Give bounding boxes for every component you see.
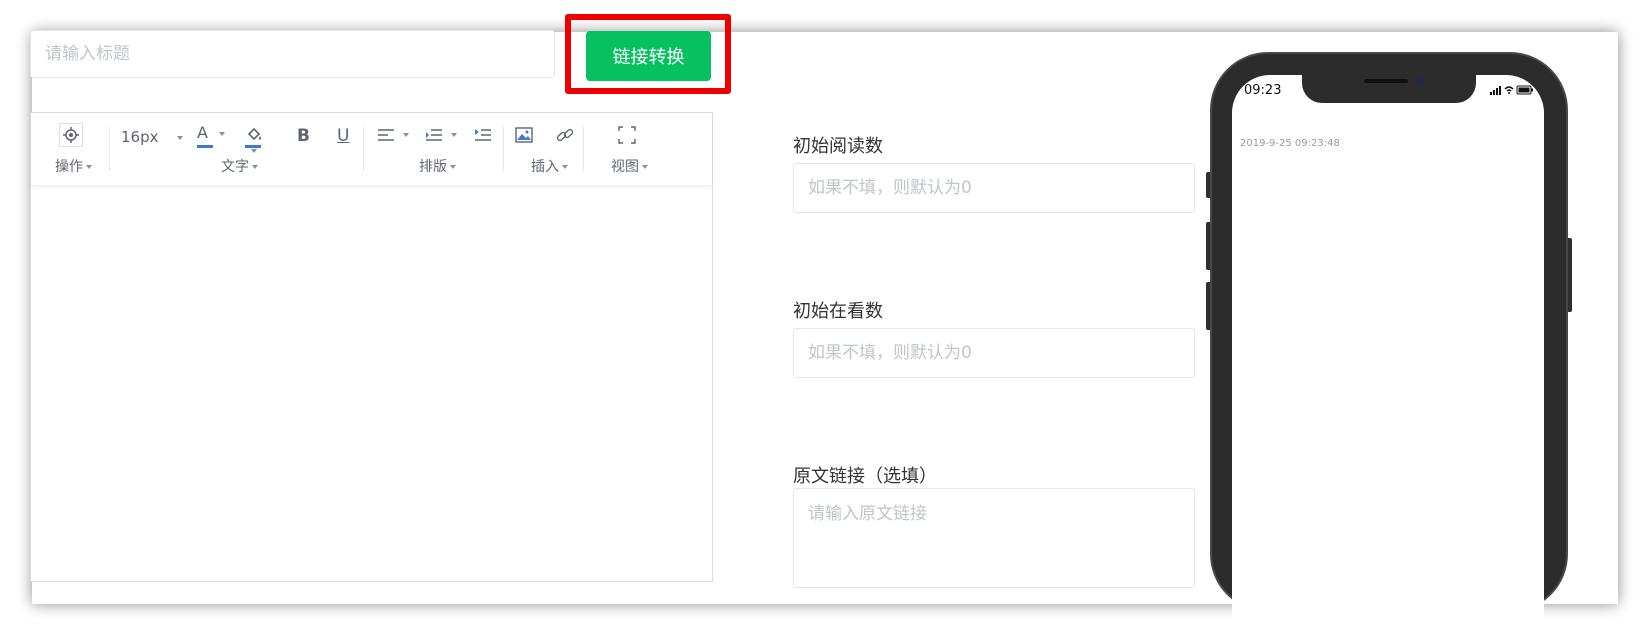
preview-post-date: 2019-9-25 09:23:48 bbox=[1240, 138, 1340, 149]
bold-icon[interactable]: B bbox=[297, 128, 310, 145]
divider bbox=[109, 127, 110, 171]
phone-notch bbox=[1302, 73, 1476, 103]
link-icon[interactable] bbox=[555, 125, 575, 148]
font-size-value: 16px bbox=[121, 128, 159, 146]
read-count-label: 初始阅读数 bbox=[793, 136, 883, 157]
watch-count-input[interactable] bbox=[793, 328, 1195, 378]
signal-icon bbox=[1490, 86, 1501, 95]
fill-color-icon[interactable] bbox=[245, 125, 277, 153]
source-link-label: 原文链接（选填） bbox=[793, 466, 937, 487]
divider bbox=[363, 127, 364, 171]
settings-icon[interactable] bbox=[59, 123, 83, 147]
phone-status-icons bbox=[1488, 82, 1536, 96]
toolbar-group-text[interactable]: 文字 bbox=[221, 156, 258, 176]
toolbar-group-view[interactable]: 视图 bbox=[611, 156, 648, 176]
line-height-icon[interactable] bbox=[474, 127, 492, 146]
operation-label: 操作 bbox=[55, 159, 83, 175]
editor-toolbar: 操作 16px A B U 文字 排版 插入 视图 bbox=[31, 113, 712, 186]
watch-count-label: 初始在看数 bbox=[793, 301, 883, 322]
align-icon[interactable] bbox=[377, 127, 409, 146]
view-label: 视图 bbox=[611, 159, 639, 175]
toolbar-group-operation[interactable]: 操作 bbox=[55, 156, 92, 176]
read-count-input[interactable] bbox=[793, 163, 1195, 213]
image-icon[interactable] bbox=[515, 127, 533, 146]
text-label: 文字 bbox=[221, 159, 249, 175]
phone-camera bbox=[1416, 78, 1423, 85]
toolbar-group-layout[interactable]: 排版 bbox=[419, 156, 456, 176]
battery-icon bbox=[1516, 85, 1533, 95]
phone-screen bbox=[1232, 75, 1544, 635]
title-input[interactable] bbox=[30, 30, 555, 78]
divider bbox=[503, 127, 504, 171]
font-color-letter: A bbox=[197, 123, 208, 142]
wifi-icon bbox=[1504, 86, 1514, 92]
toolbar-group-insert[interactable]: 插入 bbox=[531, 156, 568, 176]
insert-label: 插入 bbox=[531, 159, 559, 175]
rich-text-editor: 操作 16px A B U 文字 排版 插入 视图 bbox=[30, 112, 713, 582]
font-size-select[interactable]: 16px bbox=[121, 128, 184, 146]
link-convert-button[interactable]: 链接转换 bbox=[586, 31, 711, 81]
fullscreen-icon[interactable] bbox=[617, 125, 637, 148]
phone-status-time: 09:23 bbox=[1244, 83, 1282, 98]
underline-icon[interactable]: U bbox=[337, 128, 349, 145]
indent-icon[interactable] bbox=[425, 127, 457, 146]
source-link-input[interactable] bbox=[793, 488, 1195, 588]
divider bbox=[583, 127, 584, 171]
editor-content-area[interactable] bbox=[31, 186, 712, 581]
font-color-icon[interactable]: A bbox=[197, 125, 227, 151]
phone-speaker bbox=[1364, 79, 1408, 83]
layout-label: 排版 bbox=[419, 159, 447, 175]
